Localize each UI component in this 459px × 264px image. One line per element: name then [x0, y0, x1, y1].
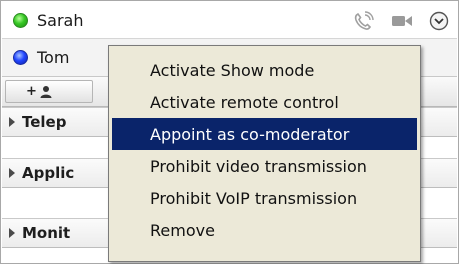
participant-row-sarah[interactable]: Sarah: [2, 3, 457, 39]
person-icon: [40, 85, 52, 98]
expand-arrow-icon: [9, 168, 15, 178]
participant-actions: [353, 11, 449, 35]
participant-panel: Sarah Tom + Telep Applic Monit Activate …: [0, 0, 459, 264]
menu-item-prohibit-video[interactable]: Prohibit video transmission: [112, 150, 417, 182]
online-status-icon: [13, 13, 28, 28]
menu-item-activate-remote-control[interactable]: Activate remote control: [112, 86, 417, 118]
menu-item-appoint-co-moderator[interactable]: Appoint as co-moderator: [112, 118, 417, 150]
section-label: Monit: [22, 224, 71, 242]
participant-name: Sarah: [37, 11, 84, 30]
menu-item-prohibit-voip[interactable]: Prohibit VoIP transmission: [112, 182, 417, 214]
section-label: Applic: [22, 164, 75, 182]
menu-item-activate-show-mode[interactable]: Activate Show mode: [112, 54, 417, 86]
voip-icon[interactable]: [353, 11, 375, 35]
menu-item-remove[interactable]: Remove: [112, 214, 417, 246]
add-participant-button[interactable]: +: [5, 80, 93, 103]
participant-context-menu: Activate Show mode Activate remote contr…: [108, 45, 421, 262]
participant-name: Tom: [37, 48, 70, 67]
dropdown-menu-icon[interactable]: [429, 11, 449, 35]
expand-arrow-icon: [9, 117, 15, 127]
section-label: Telep: [22, 113, 67, 131]
status-icon: [13, 50, 28, 65]
video-camera-icon[interactable]: [391, 13, 413, 33]
add-button-label: +: [26, 84, 37, 99]
expand-arrow-icon: [9, 228, 15, 238]
